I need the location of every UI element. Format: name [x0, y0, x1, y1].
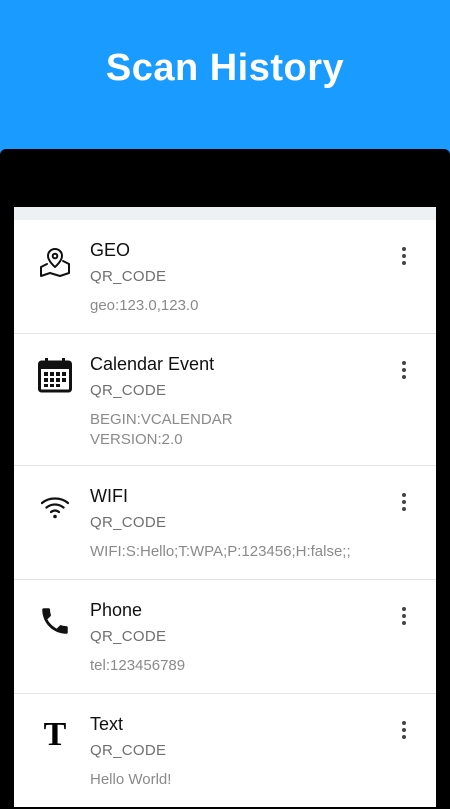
- item-content: tel:123456789: [90, 657, 186, 674]
- item-format: QR_CODE: [90, 514, 167, 531]
- more-options-icon[interactable]: [392, 358, 416, 382]
- more-options-icon[interactable]: [392, 718, 416, 742]
- item-title: Calendar Event: [90, 354, 215, 374]
- calendar-icon: [36, 356, 74, 394]
- item-content: WIFI:S:Hello;T:WPA;P:123456;H:false;;: [90, 543, 351, 560]
- item-content: Hello World!: [90, 771, 172, 788]
- history-list: GEO QR_CODE geo:123.0,123.0 Calendar Eve…: [14, 220, 436, 807]
- app-screen: GEO QR_CODE geo:123.0,123.0 Calendar Eve…: [14, 207, 436, 807]
- list-item[interactable]: GEO QR_CODE geo:123.0,123.0: [14, 220, 436, 334]
- item-format: QR_CODE: [90, 742, 167, 759]
- list-item[interactable]: Calendar Event QR_CODE BEGIN:VCALENDAR V…: [14, 334, 436, 466]
- item-title: Text: [90, 714, 124, 734]
- list-item[interactable]: T Text QR_CODE Hello World!: [14, 694, 436, 807]
- item-title: WIFI: [90, 486, 128, 506]
- text-icon: T: [43, 716, 67, 753]
- item-format: QR_CODE: [90, 628, 167, 645]
- item-format: QR_CODE: [90, 382, 167, 399]
- phone-icon: [36, 602, 74, 640]
- more-options-icon[interactable]: [392, 604, 416, 628]
- page-title: Scan History: [105, 46, 345, 89]
- header-banner: Scan History: [0, 0, 450, 150]
- item-content: geo:123.0,123.0: [90, 297, 199, 314]
- more-options-icon[interactable]: [392, 490, 416, 514]
- item-title: GEO: [90, 240, 131, 260]
- item-content: BEGIN:VCALENDAR VERSION:2.0: [90, 411, 233, 448]
- list-item[interactable]: Phone QR_CODE tel:123456789: [14, 580, 436, 694]
- item-format: QR_CODE: [90, 268, 167, 285]
- more-options-icon[interactable]: [392, 244, 416, 268]
- list-item[interactable]: WIFI QR_CODE WIFI:S:Hello;T:WPA;P:123456…: [14, 466, 436, 580]
- map-pin-icon: [36, 242, 74, 280]
- item-title: Phone: [90, 600, 143, 620]
- wifi-icon: [36, 488, 74, 526]
